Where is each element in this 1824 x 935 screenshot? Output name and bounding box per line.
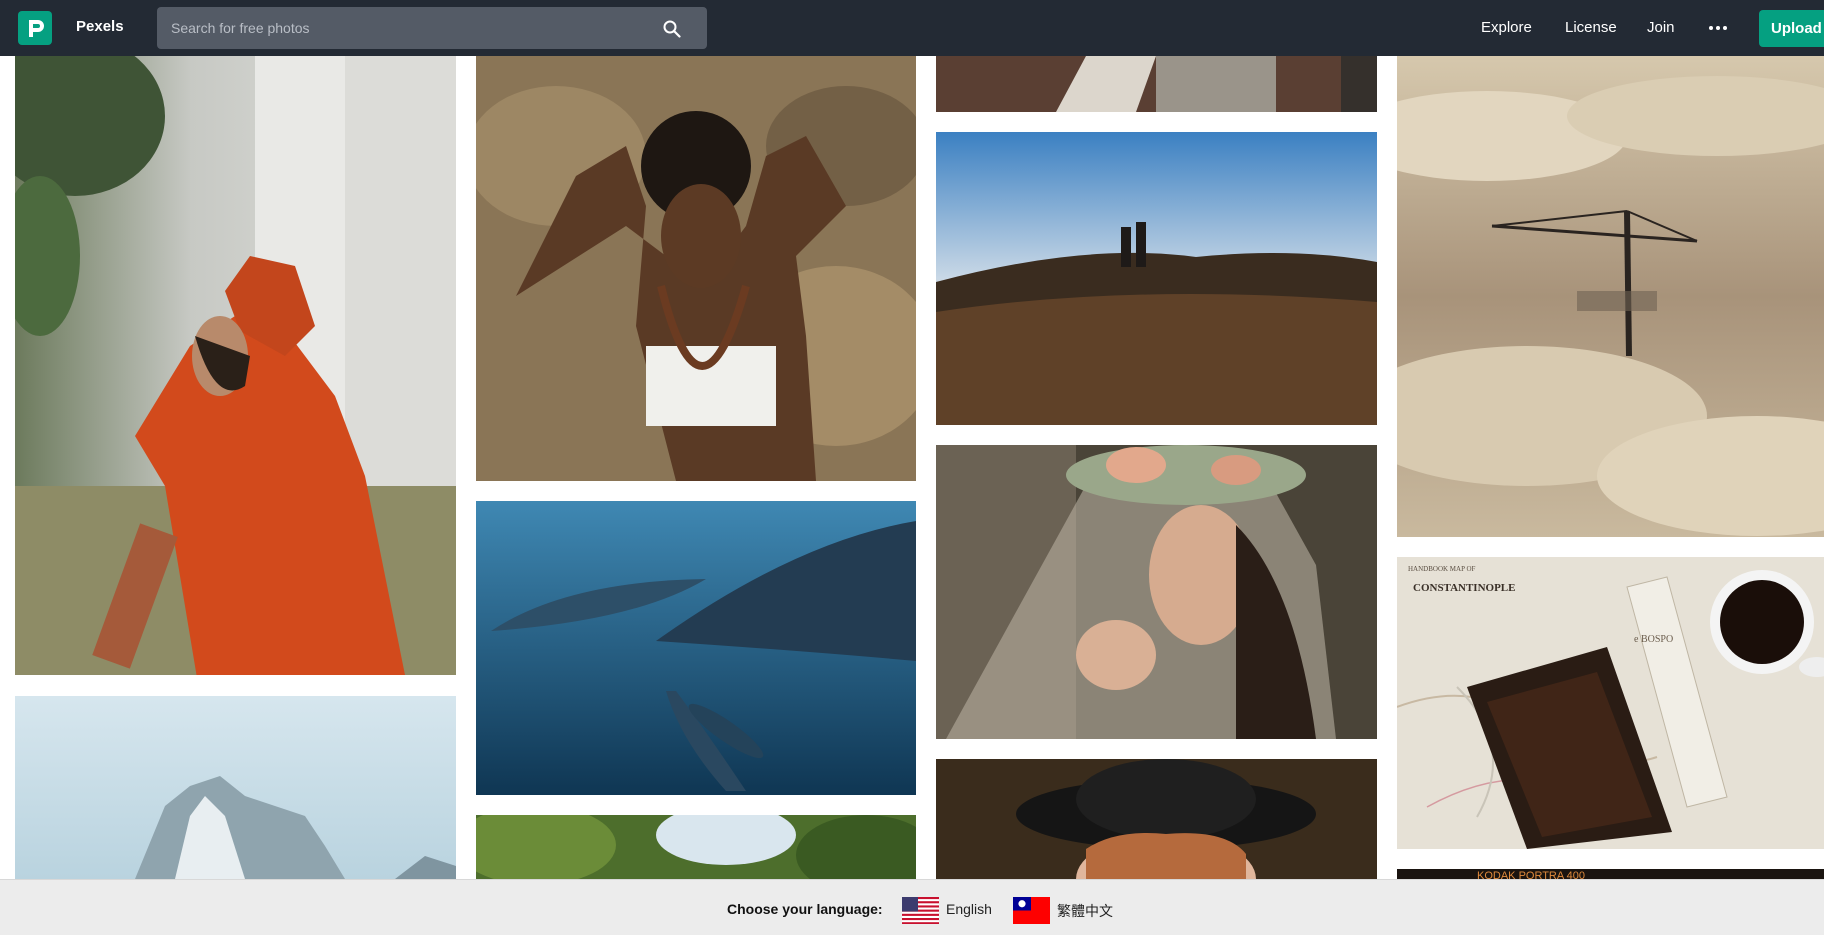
photo-map-coffee[interactable]: HANDBOOK MAP OF CONSTANTINOPLE e BOSPO — [1397, 557, 1824, 849]
scroll-text: e BOSPO — [1634, 634, 1673, 645]
search-icon[interactable] — [663, 20, 681, 38]
photo-mountain-peak[interactable] — [15, 696, 456, 879]
film-text: KODAK PORTRA 400 — [1477, 870, 1585, 879]
language-label: Choose your language: — [727, 901, 883, 917]
photo-woman-hat[interactable] — [936, 759, 1377, 879]
search-bar — [157, 7, 707, 49]
photo-stone-path[interactable] — [936, 56, 1377, 112]
search-input[interactable] — [171, 7, 651, 49]
top-navigation-bar: Pexels Explore License Join Upload — [0, 0, 1824, 56]
photo-kodak-film[interactable]: KODAK PORTRA 400 — [1397, 869, 1824, 879]
nav-license-link[interactable]: License — [1565, 19, 1617, 36]
language-bar: Choose your language: English 繁體中文 — [0, 879, 1824, 935]
us-flag-icon[interactable] — [902, 897, 939, 924]
map-header-text: HANDBOOK MAP OF — [1408, 565, 1476, 573]
photo-dolphins[interactable] — [476, 501, 916, 795]
nav-join-link[interactable]: Join — [1647, 19, 1675, 36]
photo-man-orange-jacket[interactable] — [15, 56, 456, 675]
taiwan-flag-icon[interactable] — [1013, 897, 1050, 924]
pexels-logo-icon[interactable] — [18, 11, 52, 45]
brand-name-link[interactable]: Pexels — [76, 18, 124, 35]
map-title-text: CONSTANTINOPLE — [1413, 582, 1515, 594]
photo-woman-rock-wall[interactable] — [476, 56, 916, 481]
nav-explore-link[interactable]: Explore — [1481, 19, 1532, 36]
photo-couple-sunset[interactable] — [936, 132, 1377, 425]
language-english-link[interactable]: English — [946, 901, 992, 917]
more-options-icon[interactable] — [1707, 18, 1729, 38]
photo-forest[interactable] — [476, 815, 916, 879]
upload-button[interactable]: Upload — [1759, 10, 1824, 47]
language-traditional-chinese-link[interactable]: 繁體中文 — [1057, 901, 1113, 921]
photo-crane-fog[interactable] — [1397, 56, 1824, 537]
photo-woman-veil[interactable] — [936, 445, 1377, 739]
